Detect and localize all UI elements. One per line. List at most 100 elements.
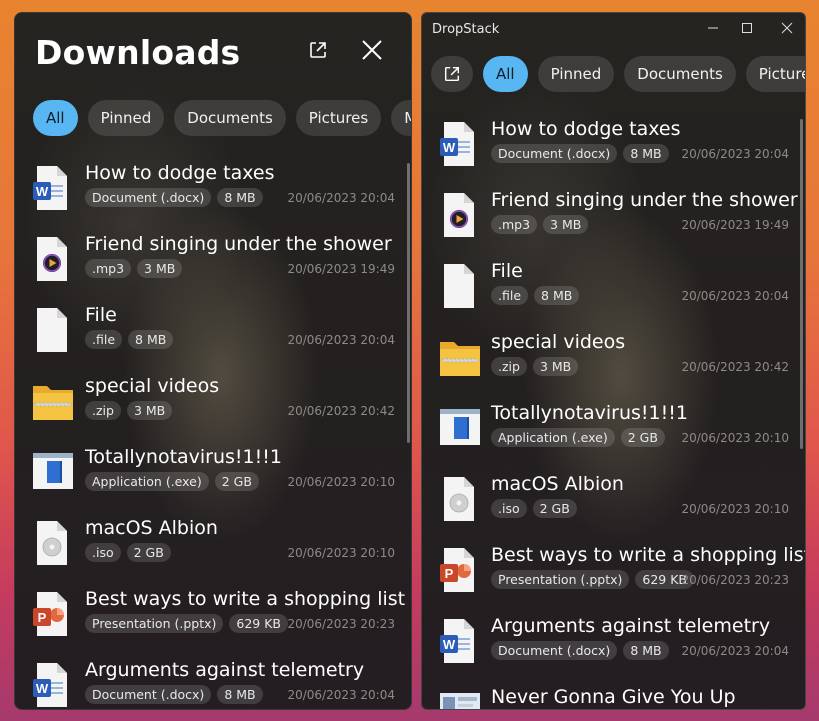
blank-file-icon <box>37 308 67 352</box>
item-date: 20/06/2023 20:04 <box>287 688 395 702</box>
list-item[interactable]: W Arguments against telemetry Document (.d… <box>422 614 805 685</box>
list-item[interactable]: File .file 8 MB 20/06/2023 20:04 <box>422 259 805 330</box>
item-badges: Document (.docx) 8 MB <box>85 188 263 207</box>
file-size-badge: 2 GB <box>126 543 171 562</box>
file-type-badge: .iso <box>85 543 121 562</box>
downloads-flyout: Downloads All Pinned Documents Pictures … <box>14 12 412 710</box>
scrollbar[interactable] <box>800 119 803 449</box>
zip-folder-icon <box>33 386 73 420</box>
svg-text:P: P <box>38 610 47 625</box>
chip-all[interactable]: All <box>483 56 528 92</box>
file-type-badge: .zip <box>491 357 527 376</box>
window-close-button[interactable] <box>770 15 804 41</box>
chip-documents[interactable]: Documents <box>174 100 286 136</box>
image-thumbnail-icon <box>440 693 480 709</box>
media-audio-icon <box>37 237 67 281</box>
list-item[interactable]: Totallynotavirus!1!!1 Application (.exe) 2… <box>15 445 411 516</box>
item-date: 20/06/2023 20:10 <box>287 475 395 489</box>
file-size-badge: 8 MB <box>217 188 263 207</box>
item-date: 20/06/2023 20:23 <box>681 573 789 587</box>
word-doc-icon: W <box>33 166 67 210</box>
file-type-badge: Document (.docx) <box>85 685 212 704</box>
item-date: 20/06/2023 20:10 <box>681 431 789 445</box>
open-window-button[interactable] <box>301 33 335 67</box>
file-type-badge: Presentation (.pptx) <box>491 570 630 589</box>
item-date: 20/06/2023 20:10 <box>681 502 789 516</box>
item-date: 20/06/2023 20:04 <box>287 333 395 347</box>
svg-text:P: P <box>445 566 454 581</box>
chip-pictures[interactable]: Pictures <box>745 56 805 92</box>
item-badges: .mp3 3 MB <box>491 215 589 234</box>
chip-pinned[interactable]: Pinned <box>537 56 615 92</box>
external-link-icon <box>444 66 460 82</box>
dropstack-window: DropStack All Pinned Documents Pictures … <box>421 12 806 710</box>
list-item[interactable]: W How to dodge taxes Document (.docx) 8 MB 2… <box>422 117 805 188</box>
list-item[interactable]: Never Gonna Give You Up <box>422 685 805 709</box>
item-name: Best ways to write a shopping list <box>491 544 806 566</box>
filter-chips: All Pinned Documents Pictures Mus <box>33 100 411 136</box>
item-badges: Document (.docx) 8 MB <box>491 144 669 163</box>
item-name: Arguments against telemetry <box>85 659 365 681</box>
file-size-badge: 2 GB <box>532 499 577 518</box>
file-size-badge: 8 MB <box>534 286 580 305</box>
item-badges: .zip 3 MB <box>85 401 173 420</box>
item-name: Best ways to write a shopping list <box>85 588 406 610</box>
file-size-badge: 3 MB <box>532 357 579 376</box>
chip-pictures[interactable]: Pictures <box>295 100 382 136</box>
item-badges: .file 8 MB <box>491 286 580 305</box>
list-item[interactable]: Friend singing under the shower .mp3 3 MB 2… <box>422 188 805 259</box>
item-name: How to dodge taxes <box>85 162 275 184</box>
chip-all[interactable]: All <box>33 100 78 136</box>
chip-documents[interactable]: Documents <box>624 56 736 92</box>
file-size-badge: 2 GB <box>214 472 259 491</box>
list-item[interactable]: File .file 8 MB 20/06/2023 20:04 <box>15 303 411 374</box>
list-item[interactable]: W Arguments against telemetry Document (.d… <box>15 658 411 709</box>
file-type-badge: .file <box>85 330 123 349</box>
list-item[interactable]: macOS Albion .iso 2 GB 20/06/2023 20:10 <box>15 516 411 587</box>
item-name: Totallynotavirus!1!!1 <box>85 446 282 468</box>
list-item[interactable]: W How to dodge taxes Document (.docx) 8 MB 2… <box>15 161 411 232</box>
item-name: File <box>491 260 523 282</box>
list-item[interactable]: special videos .zip 3 MB 20/06/2023 20:42 <box>422 330 805 401</box>
external-link-icon <box>310 42 326 58</box>
item-name: macOS Albion <box>491 473 624 495</box>
item-date: 20/06/2023 20:04 <box>681 289 789 303</box>
svg-text:W: W <box>36 681 49 696</box>
file-type-badge: .zip <box>85 401 121 420</box>
list-item[interactable]: P Best ways to write a shopping list Prese… <box>15 587 411 658</box>
item-name: macOS Albion <box>85 517 218 539</box>
file-size-badge: 8 MB <box>623 641 669 660</box>
file-type-badge: Application (.exe) <box>85 472 209 491</box>
item-badges: Presentation (.pptx) 629 KB <box>491 570 694 589</box>
item-date: 20/06/2023 20:04 <box>681 644 789 658</box>
close-button[interactable] <box>355 33 389 67</box>
item-badges: Document (.docx) 8 MB <box>85 685 263 704</box>
item-badges: .iso 2 GB <box>491 499 577 518</box>
open-flyout-button[interactable] <box>431 56 473 92</box>
maximize-button[interactable] <box>730 15 764 41</box>
application-icon <box>33 453 73 489</box>
list-item[interactable]: special videos .zip 3 MB 20/06/2023 20:42 <box>15 374 411 445</box>
minimize-button[interactable] <box>696 15 730 41</box>
list-item[interactable]: P Best ways to write a shopping list Prese… <box>422 543 805 614</box>
scrollbar[interactable] <box>407 163 410 443</box>
maximize-icon <box>742 23 752 33</box>
file-size-badge: 2 GB <box>620 428 665 447</box>
item-name: Totallynotavirus!1!!1 <box>491 402 688 424</box>
item-date: 20/06/2023 20:04 <box>287 191 395 205</box>
item-name: File <box>85 304 117 326</box>
media-audio-icon <box>444 193 474 237</box>
word-doc-icon: W <box>33 663 67 707</box>
list-item[interactable]: macOS Albion .iso 2 GB 20/06/2023 20:10 <box>422 472 805 543</box>
chip-music[interactable]: Mus <box>391 100 411 136</box>
powerpoint-icon: P <box>33 592 67 636</box>
window-title: DropStack <box>432 22 500 37</box>
list-item[interactable]: Friend singing under the shower .mp3 3 MB 2… <box>15 232 411 303</box>
item-badges: .mp3 3 MB <box>85 259 183 278</box>
item-badges: Document (.docx) 8 MB <box>491 641 669 660</box>
chip-pinned[interactable]: Pinned <box>87 100 165 136</box>
blank-file-icon <box>444 264 474 308</box>
list-item[interactable]: Totallynotavirus!1!!1 Application (.exe) 2… <box>422 401 805 472</box>
item-name: special videos <box>85 375 220 397</box>
file-type-badge: .file <box>491 286 529 305</box>
